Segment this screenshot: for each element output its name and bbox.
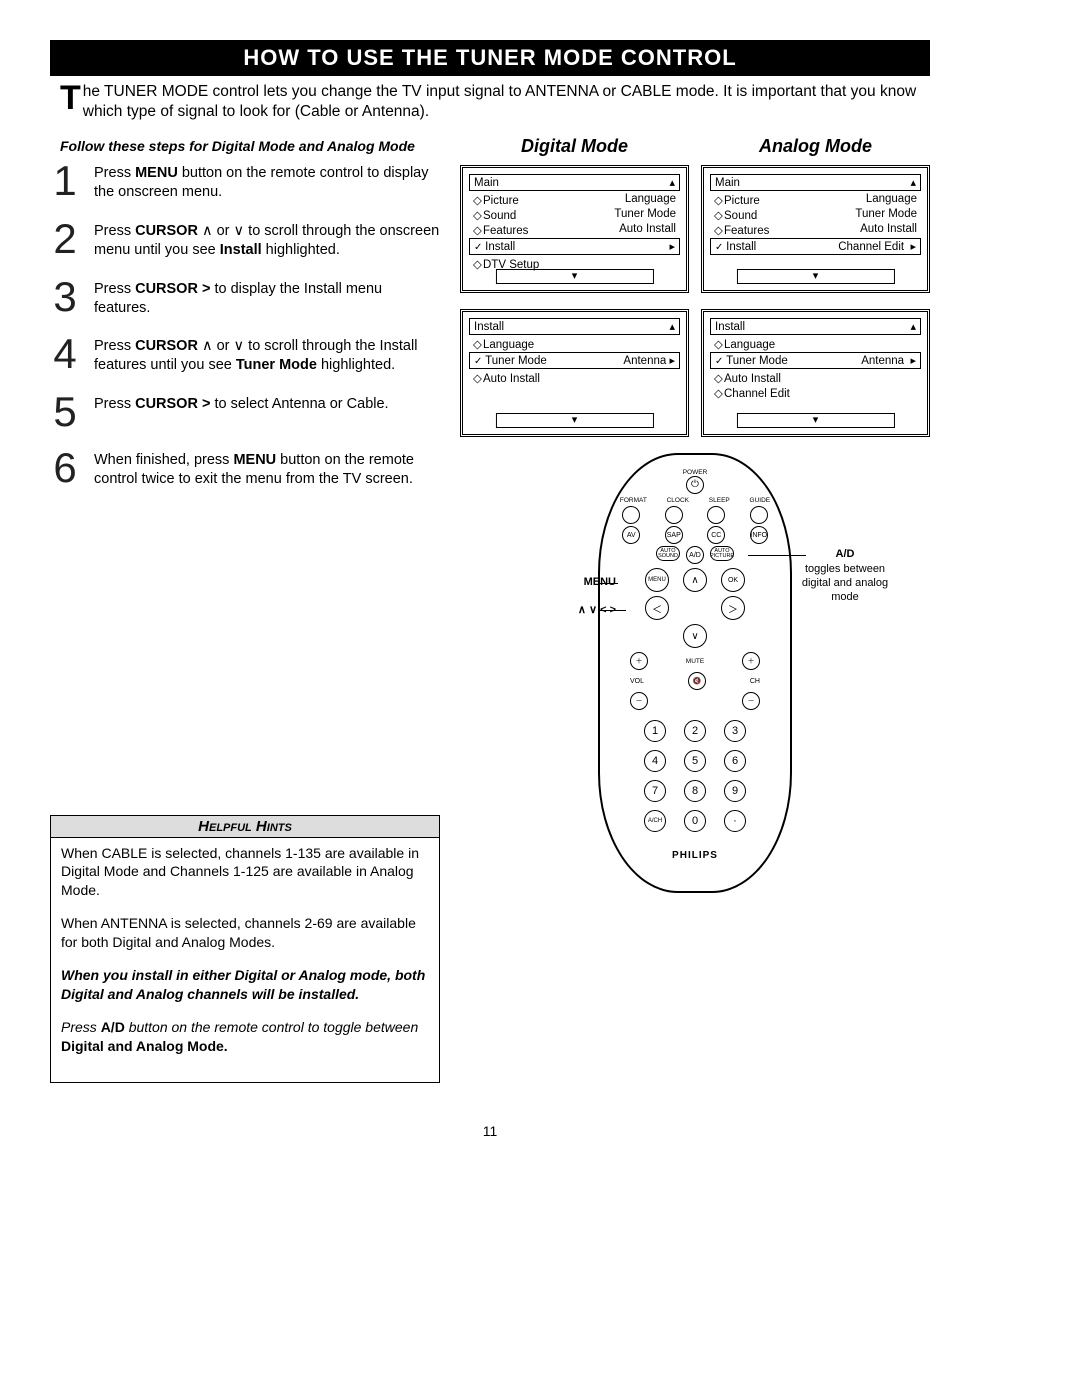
sleep-button [707, 506, 725, 524]
cc-button: CC [707, 526, 725, 544]
cursor-up-icon: ∧ [683, 568, 707, 592]
av-button: AV [622, 526, 640, 544]
analog-mode-heading: Analog Mode [701, 136, 930, 157]
step-1: 1 Press MENU button on the remote contro… [50, 162, 440, 202]
key-dot: · [724, 810, 746, 832]
step-3: 3 Press CURSOR > to display the Install … [50, 278, 440, 318]
helpful-hints-box: Helpful Hints When CABLE is selected, ch… [50, 815, 440, 1083]
power-label: POWER [610, 469, 780, 476]
step-number: 2 [50, 220, 80, 260]
ach-button: A/CH [644, 810, 666, 832]
ad-button: A/D [686, 546, 704, 564]
guide-button [750, 506, 768, 524]
key-5: 5 [684, 750, 706, 772]
analog-install-menu-panel: Install ◇Language Tuner ModeAntenna ◇Aut… [701, 309, 930, 437]
auto-sound-button: AUTO SOUND [656, 546, 680, 561]
step-number: 5 [50, 393, 80, 431]
cursor-left-icon: ＜ [645, 596, 669, 620]
step-6: 6 When finished, press MENU button on th… [50, 449, 440, 489]
step-number: 4 [50, 335, 80, 375]
info-button: INFO [750, 526, 768, 544]
follow-steps-label: Follow these steps for Digital Mode and … [60, 138, 440, 154]
hint-install: When you install in either Digital or An… [61, 966, 429, 1004]
format-button [622, 506, 640, 524]
number-keypad: 1 2 3 4 5 6 7 8 9 A/CH 0 · [640, 720, 750, 832]
key-1: 1 [644, 720, 666, 742]
intro-text: he TUNER MODE control lets you change th… [83, 83, 916, 120]
step-number: 3 [50, 278, 80, 318]
step-5: 5 Press CURSOR > to select Antenna or Ca… [50, 393, 440, 431]
step-4: 4 Press CURSOR ∧ or ∨ to scroll through … [50, 335, 440, 375]
helpful-hints-title: Helpful Hints [51, 816, 439, 838]
key-0: 0 [684, 810, 706, 832]
key-6: 6 [724, 750, 746, 772]
analog-main-menu-panel: Main ◇PictureLanguage ◇SoundTuner Mode ◇… [701, 165, 930, 293]
drop-cap: T [60, 82, 83, 113]
key-4: 4 [644, 750, 666, 772]
clock-button [665, 506, 683, 524]
key-7: 7 [644, 780, 666, 802]
sap-button: SAP [665, 526, 683, 544]
menu-button: MENU [645, 568, 669, 592]
ch-up-icon: ＋ [742, 652, 760, 670]
hint-ad: Press A/D button on the remote control t… [61, 1018, 429, 1056]
cursor-down-icon: ∨ [683, 624, 707, 648]
digital-mode-heading: Digital Mode [460, 136, 689, 157]
step-2: 2 Press CURSOR ∧ or ∨ to scroll through … [50, 220, 440, 260]
step-number: 6 [50, 449, 80, 489]
digital-main-menu-panel: Main ◇PictureLanguage ◇SoundTuner Mode ◇… [460, 165, 689, 293]
vol-up-icon: ＋ [630, 652, 648, 670]
hint-antenna: When ANTENNA is selected, channels 2-69 … [61, 914, 429, 952]
ch-down-icon: － [742, 692, 760, 710]
mute-button-icon: 🔇 [688, 672, 706, 690]
brand-label: PHILIPS [610, 850, 780, 861]
vol-down-icon: － [630, 692, 648, 710]
page-number: 11 [50, 1123, 930, 1139]
ok-button: OK [721, 568, 745, 592]
remote-control-diagram: POWER ⏻ FORMATCLOCKSLEEPGUIDE AV SAP CC … [598, 453, 792, 893]
ad-callout: A/D toggles between digital and analog m… [790, 547, 900, 604]
key-3: 3 [724, 720, 746, 742]
digital-install-menu-panel: Install ◇Language Tuner ModeAntenna ◇Aut… [460, 309, 689, 437]
key-9: 9 [724, 780, 746, 802]
page-title: HOW TO USE THE TUNER MODE CONTROL [50, 40, 930, 76]
key-8: 8 [684, 780, 706, 802]
intro-paragraph: T he TUNER MODE control lets you change … [60, 82, 920, 122]
key-2: 2 [684, 720, 706, 742]
cursor-right-icon: ＞ [721, 596, 745, 620]
auto-picture-button: AUTO PICTURE [710, 546, 734, 561]
hint-cable: When CABLE is selected, channels 1-135 a… [61, 844, 429, 901]
power-button-icon: ⏻ [686, 476, 704, 494]
step-number: 1 [50, 162, 80, 202]
